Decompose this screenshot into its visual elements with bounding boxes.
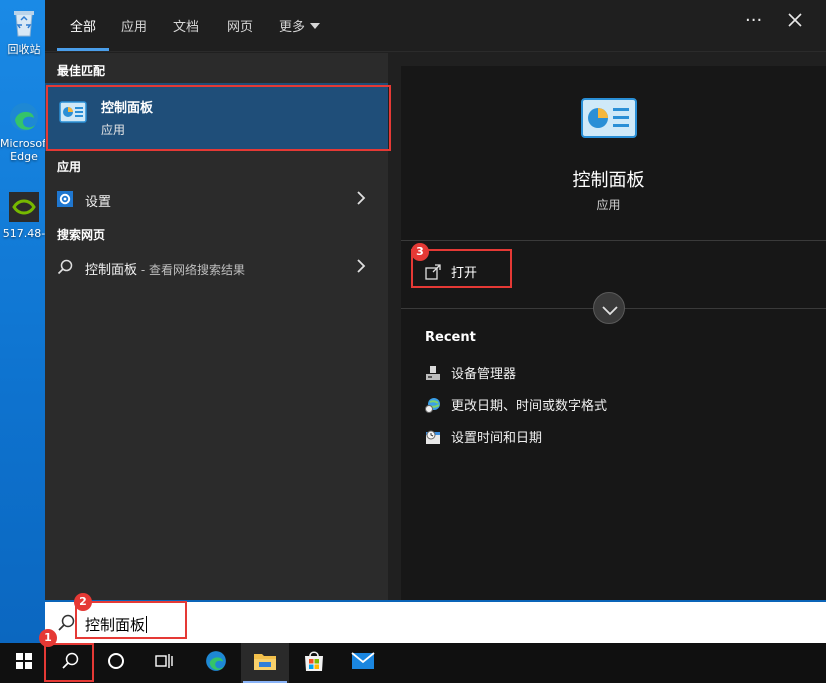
- recent-item-label: 设置时间和日期: [451, 431, 543, 446]
- search-panel: 全部 应用 文档 网页 更多 ··· 最佳匹配 控制面板 应用 应用 设置 搜索…: [45, 0, 826, 600]
- divider: [401, 240, 826, 241]
- annotation-badge-2: 2: [74, 593, 92, 611]
- search-input-value: 控制面板: [85, 616, 146, 634]
- caret-down-icon: [310, 23, 321, 29]
- annotation-badge-1: 1: [39, 629, 57, 647]
- tab-documents[interactable]: 文档: [173, 16, 199, 35]
- web-search-query: 控制面板: [85, 263, 138, 278]
- recent-heading: Recent: [425, 330, 476, 345]
- desktop-icon-label: 回收站: [7, 43, 41, 56]
- search-icon: [57, 259, 73, 279]
- chevron-right-icon[interactable]: [356, 258, 366, 277]
- detail-pane: 控制面板 应用 打开 Recent 设备管理器 更改日期、时间或数字格式 设置时…: [401, 66, 826, 600]
- search-icon: [61, 652, 79, 674]
- windows-logo-icon: [16, 653, 32, 673]
- search-button[interactable]: [46, 643, 94, 683]
- results-list: 最佳匹配 控制面板 应用 应用 设置 搜索网页 控制面板 - 查看网络搜索结果: [45, 53, 388, 600]
- recent-item[interactable]: 设置时间和日期: [425, 427, 542, 446]
- edge-icon: [7, 100, 41, 134]
- section-best-match: 最佳匹配: [57, 64, 106, 78]
- calendar-clock-icon: [425, 429, 441, 445]
- store-icon: [303, 650, 325, 676]
- open-label: 打开: [451, 266, 478, 281]
- section-apps: 应用: [57, 160, 82, 174]
- desktop-icon-label: 517.48-: [2, 227, 46, 240]
- device-manager-icon: [425, 365, 441, 381]
- globe-clock-icon: [425, 397, 441, 413]
- collapse-button[interactable]: [593, 292, 625, 324]
- cortana-button[interactable]: [92, 643, 140, 683]
- desktop-icon-edge[interactable]: Microsoft Edge: [0, 100, 51, 163]
- web-search-hint: - 查看网络搜索结果: [137, 263, 245, 277]
- tab-more[interactable]: 更多: [279, 16, 321, 35]
- nvidia-icon: [7, 190, 41, 224]
- best-match-title: 控制面板: [101, 101, 154, 116]
- section-web: 搜索网页: [57, 228, 106, 242]
- tab-more-label: 更多: [279, 20, 306, 35]
- chevron-right-icon[interactable]: [356, 190, 366, 209]
- web-search-label: 控制面板 - 查看网络搜索结果: [85, 259, 245, 278]
- tab-web[interactable]: 网页: [227, 16, 253, 35]
- text-caret: [146, 616, 148, 633]
- taskbar-edge[interactable]: [192, 643, 240, 683]
- start-button[interactable]: [0, 643, 48, 683]
- search-box[interactable]: 控制面板: [45, 600, 826, 643]
- recycle-bin-icon: [7, 6, 41, 40]
- folder-icon: [253, 651, 277, 675]
- active-tab-indicator: [57, 48, 109, 51]
- desktop-icon-label: Microsoft Edge: [0, 137, 51, 163]
- taskbar-mail[interactable]: [339, 643, 387, 683]
- best-match-item[interactable]: 控制面板 应用: [45, 83, 388, 151]
- search-icon: [57, 614, 75, 636]
- mail-icon: [351, 652, 375, 674]
- taskbar-store[interactable]: [290, 643, 338, 683]
- detail-title: 控制面板: [572, 170, 645, 191]
- list-item-settings[interactable]: 设置: [45, 182, 388, 216]
- chevron-down-icon: [602, 302, 618, 321]
- open-action[interactable]: 打开: [425, 262, 477, 284]
- task-view-button[interactable]: [140, 643, 188, 683]
- annotation-badge-3: 3: [411, 243, 429, 261]
- recent-item[interactable]: 设备管理器: [425, 363, 516, 382]
- detail-type: 应用: [596, 198, 621, 212]
- taskbar-file-explorer[interactable]: [241, 643, 289, 683]
- cortana-icon: [107, 652, 125, 674]
- recent-item-label: 设备管理器: [451, 367, 517, 382]
- tab-all[interactable]: 全部: [70, 16, 96, 35]
- gear-icon: [57, 191, 73, 211]
- ellipsis-icon[interactable]: ···: [745, 10, 762, 31]
- taskbar: [0, 643, 826, 683]
- task-view-icon: [155, 653, 173, 673]
- control-panel-large-icon: [581, 98, 637, 142]
- best-match-subtitle: 应用: [101, 123, 126, 137]
- tab-apps[interactable]: 应用: [121, 16, 147, 35]
- desktop-icon-recycle-bin[interactable]: 回收站: [0, 6, 48, 56]
- open-icon: [425, 264, 441, 284]
- control-panel-icon: [59, 101, 87, 127]
- edge-icon: [204, 649, 228, 677]
- recent-item-label: 更改日期、时间或数字格式: [451, 399, 608, 414]
- list-item-label: 设置: [85, 195, 112, 210]
- desktop-icon-nvidia[interactable]: 517.48-: [0, 190, 48, 240]
- recent-item[interactable]: 更改日期、时间或数字格式: [425, 395, 607, 414]
- close-icon[interactable]: [787, 12, 803, 33]
- list-item-web-search[interactable]: 控制面板 - 查看网络搜索结果: [45, 250, 388, 284]
- search-tabs: 全部 应用 文档 网页 更多 ···: [45, 0, 826, 52]
- search-input[interactable]: 控制面板: [85, 614, 148, 635]
